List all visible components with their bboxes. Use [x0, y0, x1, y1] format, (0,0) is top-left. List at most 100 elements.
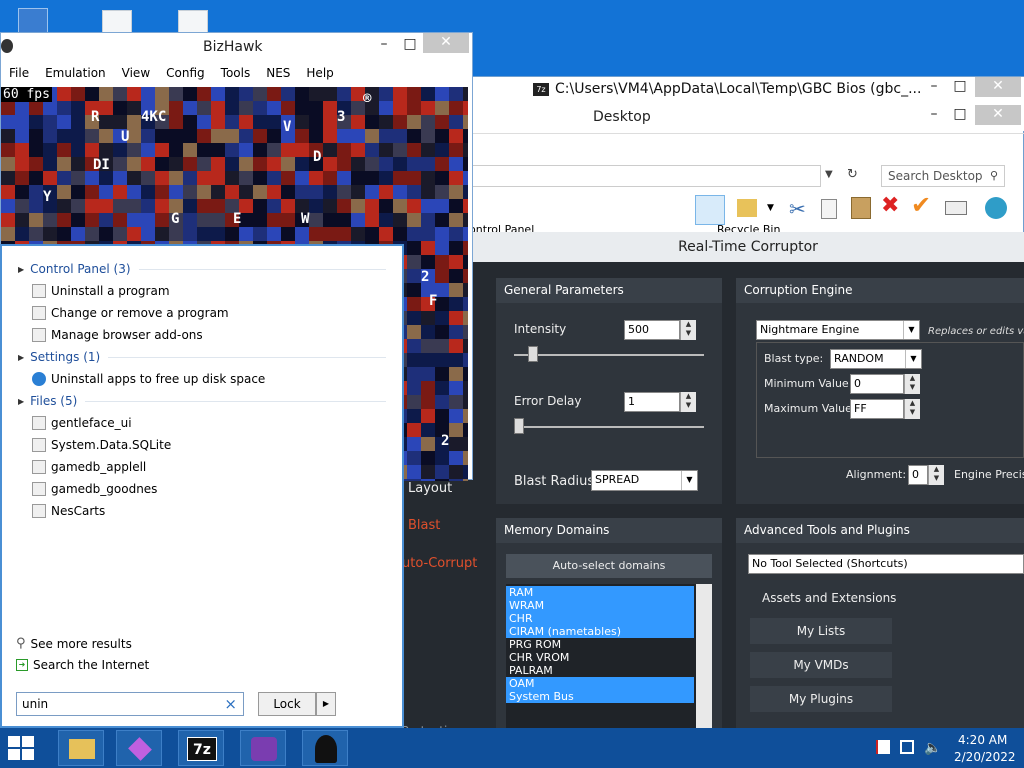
intensity-slider-track[interactable]: [514, 354, 704, 356]
taskbar-bizhawk-icon[interactable]: [240, 730, 286, 766]
search-input[interactable]: unin ×: [16, 692, 244, 716]
menu-emulation[interactable]: Emulation: [37, 66, 114, 80]
engine-select[interactable]: Nightmare Engine ▼: [756, 320, 920, 340]
memory-domain-item[interactable]: System Bus: [506, 690, 694, 703]
menu-help[interactable]: Help: [298, 66, 341, 80]
maximum-value-input[interactable]: FF: [850, 399, 904, 419]
search-result-item[interactable]: gentleface_ui: [32, 416, 132, 430]
alignment-input[interactable]: 0: [908, 465, 928, 485]
toolbar-view-icon[interactable]: [695, 195, 725, 225]
refresh-icon[interactable]: ↻: [847, 167, 858, 182]
fps-counter: 60 fps: [1, 87, 52, 102]
minimum-value-spinner[interactable]: ▲ ▼: [904, 374, 920, 394]
error-delay-input[interactable]: 1: [624, 392, 680, 412]
toolbar-rename-icon[interactable]: ✔: [911, 191, 931, 219]
menu-config[interactable]: Config: [158, 66, 213, 80]
memory-domain-item[interactable]: PALRAM: [506, 664, 694, 677]
search-result-item[interactable]: Uninstall a program: [32, 284, 170, 298]
search-result-item[interactable]: Manage browser add-ons: [32, 328, 203, 342]
bizhawk-maximize-button[interactable]: □: [397, 35, 423, 55]
rtc-sidebar-layout[interactable]: Layout: [408, 481, 452, 496]
explorer-path-maximize-button[interactable]: □: [947, 77, 973, 97]
address-dropdown-icon[interactable]: ▼: [825, 169, 833, 180]
search-group-header[interactable]: ▶ Files (5): [18, 394, 386, 408]
toolbar-globe-icon[interactable]: [985, 197, 1007, 219]
search-result-label: System.Data.SQLite: [51, 438, 172, 452]
memory-domains-header: Memory Domains: [496, 518, 722, 543]
toolbar-copy-icon[interactable]: [821, 199, 837, 219]
memory-domain-item[interactable]: RAM: [506, 586, 694, 599]
memory-domain-item[interactable]: CHR: [506, 612, 694, 625]
alignment-spinner[interactable]: ▲ ▼: [928, 465, 944, 485]
explorer-minimize-button[interactable]: –: [921, 105, 947, 125]
toolbar-properties-icon[interactable]: [945, 201, 967, 215]
clock-date[interactable]: 2/20/2022: [954, 750, 1016, 764]
toolbar-paste-icon[interactable]: [851, 197, 871, 219]
taskbar-rtc-icon[interactable]: [302, 730, 348, 766]
auto-select-domains-button[interactable]: Auto-select domains: [506, 554, 712, 578]
search-group-header[interactable]: ▶ Settings (1): [18, 350, 386, 364]
explorer-path-close-button[interactable]: ✕: [975, 77, 1021, 97]
chevron-right-icon: ▶: [18, 396, 25, 406]
menu-file[interactable]: File: [1, 66, 37, 80]
taskbar-7zip-icon[interactable]: 7z: [178, 730, 224, 766]
maximum-value-spinner[interactable]: ▲ ▼: [904, 399, 920, 419]
tray-network-icon[interactable]: [900, 740, 914, 754]
memory-domain-item[interactable]: OAM: [506, 677, 694, 690]
search-the-internet[interactable]: ➜ Search the Internet: [16, 658, 149, 672]
error-delay-spinner[interactable]: ▲ ▼: [680, 392, 696, 412]
tool-select[interactable]: No Tool Selected (Shortcuts): [748, 554, 1024, 574]
menu-view[interactable]: View: [114, 66, 158, 80]
explorer-path-minimize-button[interactable]: –: [921, 77, 947, 97]
my-plugins-button[interactable]: My Plugins: [750, 686, 892, 712]
search-result-item[interactable]: Uninstall apps to free up disk space: [32, 372, 265, 386]
search-result-item[interactable]: NesCarts: [32, 504, 105, 518]
domain-list-scrollbar[interactable]: [696, 584, 712, 728]
bizhawk-minimize-button[interactable]: –: [371, 35, 397, 55]
menu-nes[interactable]: NES: [258, 66, 298, 80]
my-lists-button[interactable]: My Lists: [750, 618, 892, 644]
taskbar-file-explorer-icon[interactable]: [58, 730, 104, 766]
intensity-input[interactable]: 500: [624, 320, 680, 340]
see-more-results[interactable]: ⚲ See more results: [16, 636, 132, 651]
toolbar-folder-dropdown-icon[interactable]: ▼: [767, 203, 774, 213]
memory-domain-list[interactable]: RAM WRAM CHR CIRAM (nametables) PRG ROM CHR V…: [506, 584, 712, 728]
search-desktop-input[interactable]: Search Desktop ⚲: [881, 165, 1005, 187]
bizhawk-close-button[interactable]: ✕: [423, 33, 469, 53]
my-vmds-button[interactable]: My VMDs: [750, 652, 892, 678]
toolbar-cut-icon[interactable]: ✂: [789, 197, 806, 221]
intensity-slider-thumb[interactable]: [528, 346, 538, 362]
lock-options-button[interactable]: ▶: [316, 692, 336, 716]
memory-domain-item[interactable]: PRG ROM: [506, 638, 694, 651]
error-delay-slider-thumb[interactable]: [514, 418, 524, 434]
clock-time[interactable]: 4:20 AM: [958, 733, 1007, 747]
rtc-sidebar-auto-corrupt[interactable]: uto-Corrupt: [402, 556, 477, 571]
explorer-maximize-button[interactable]: □: [947, 105, 973, 125]
toolbar-folder-icon[interactable]: [737, 199, 757, 217]
clear-search-icon[interactable]: ×: [224, 695, 237, 713]
memory-domain-item[interactable]: CIRAM (nametables): [506, 625, 694, 638]
taskbar-gem-icon[interactable]: [116, 730, 162, 766]
explorer-close-button[interactable]: ✕: [975, 105, 1021, 125]
minimum-value-input[interactable]: 0: [850, 374, 904, 394]
tray-flag-icon[interactable]: [876, 740, 890, 754]
intensity-spinner[interactable]: ▲ ▼: [680, 320, 696, 340]
tray-volume-icon[interactable]: 🔈: [924, 740, 941, 756]
lock-button[interactable]: Lock: [258, 692, 316, 716]
search-result-item[interactable]: gamedb_goodnes: [32, 482, 157, 496]
toolbar-delete-icon[interactable]: ✖: [881, 193, 899, 218]
rtc-sidebar-blast[interactable]: Blast: [408, 518, 440, 533]
memory-domain-item[interactable]: CHR VROM: [506, 651, 694, 664]
error-delay-slider-track[interactable]: [514, 426, 704, 428]
blast-type-select[interactable]: RANDOM ▼: [830, 349, 922, 369]
blast-radius-select[interactable]: SPREAD ▼: [591, 470, 698, 491]
memory-domain-item[interactable]: WRAM: [506, 599, 694, 612]
menu-tools[interactable]: Tools: [213, 66, 259, 80]
desktop-icon-computer[interactable]: [18, 8, 48, 34]
search-result-item[interactable]: Change or remove a program: [32, 306, 229, 320]
search-result-item[interactable]: gamedb_applell: [32, 460, 146, 474]
address-bar[interactable]: [469, 165, 821, 187]
start-button[interactable]: [8, 736, 36, 760]
search-group-header[interactable]: ▶ Control Panel (3): [18, 262, 386, 276]
search-result-item[interactable]: System.Data.SQLite: [32, 438, 171, 452]
